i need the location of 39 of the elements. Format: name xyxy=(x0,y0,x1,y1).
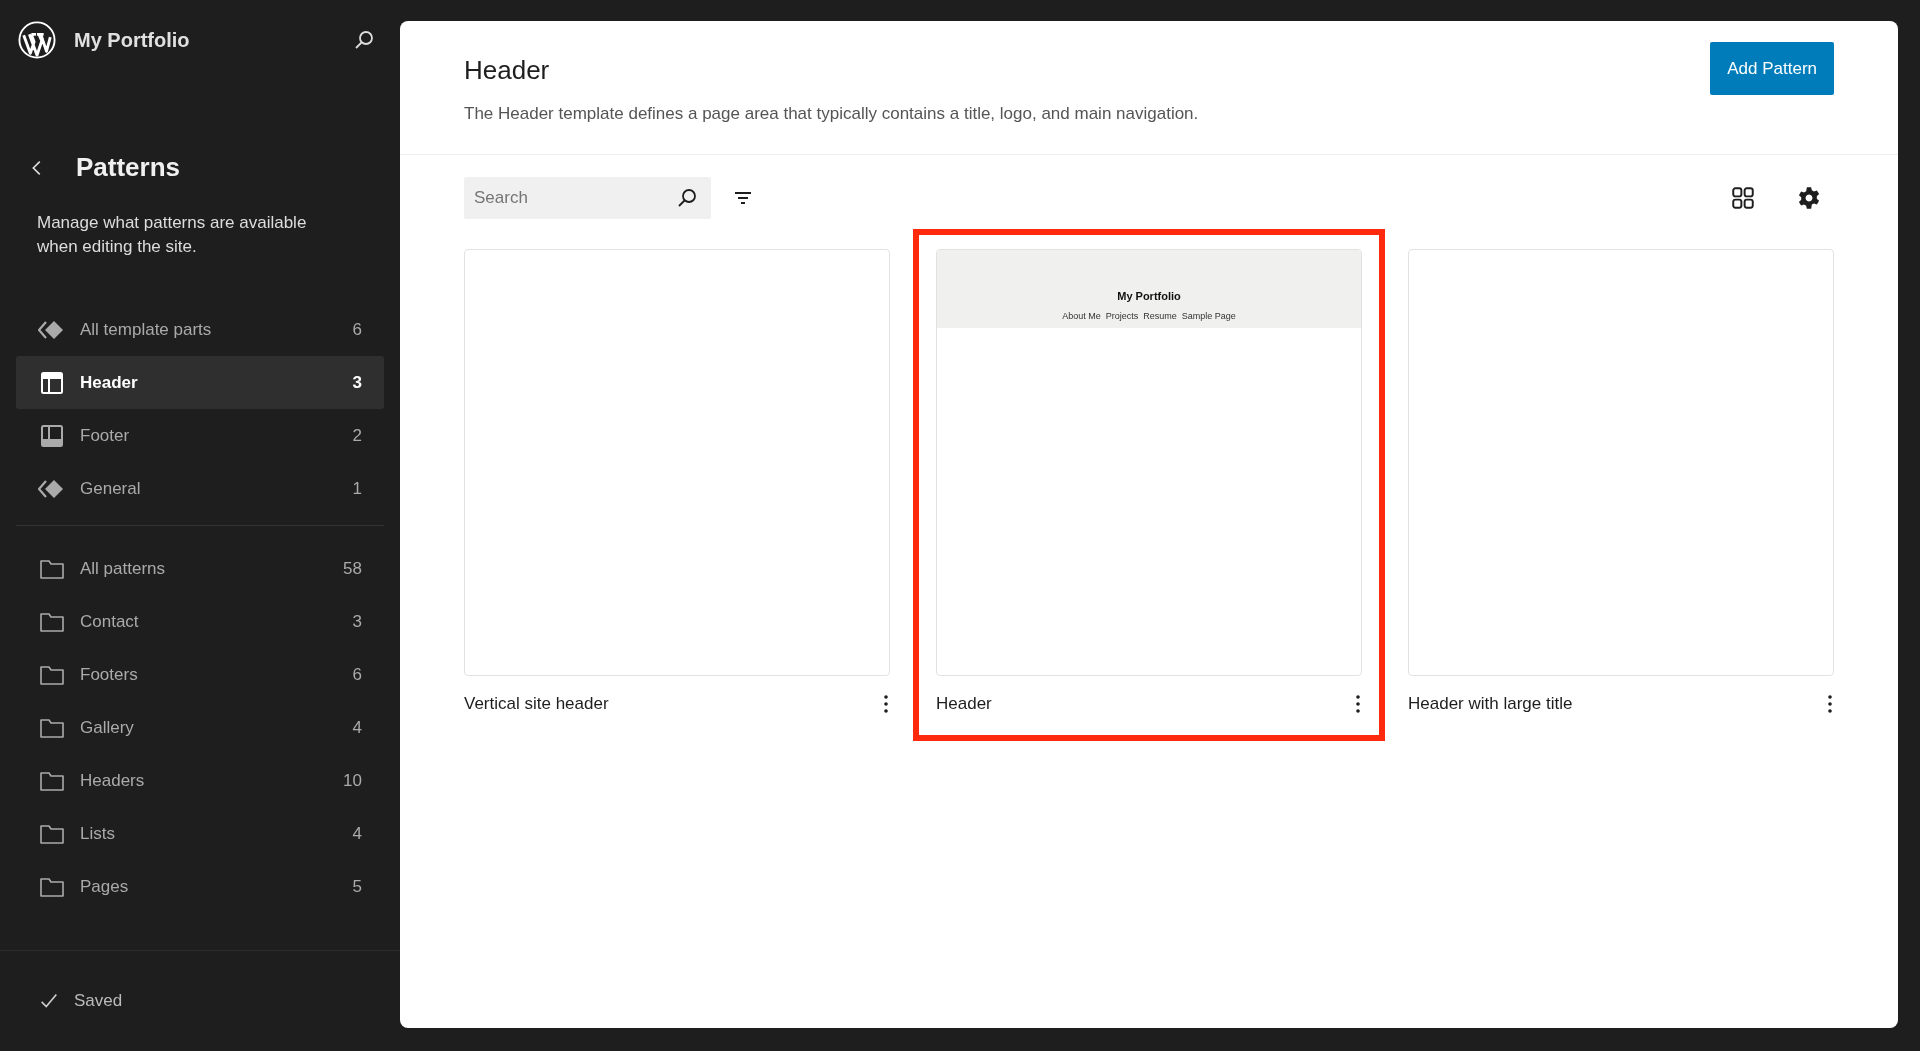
sidebar-item[interactable]: Pages 5 xyxy=(16,860,384,913)
preview-nav-link: Projects xyxy=(1105,311,1139,321)
preview-site-title: My Portfolio xyxy=(1117,290,1181,302)
pattern-preview[interactable]: My Portfolio About Me Projects Resume Sample Page xyxy=(936,249,1362,676)
wordpress-logo-icon[interactable] xyxy=(18,21,56,59)
sidebar-item[interactable]: Gallery 4 xyxy=(16,701,384,754)
sidebar-item[interactable]: All patterns 58 xyxy=(16,542,384,595)
site-title[interactable]: My Portfolio xyxy=(74,28,352,52)
pattern-card[interactable]: Header with large title xyxy=(1385,229,1857,741)
sidebar-description: Manage what patterns are available when editing the site. xyxy=(37,212,308,258)
pattern-card[interactable]: Vertical site header xyxy=(441,229,913,741)
add-pattern-button[interactable]: Add Pattern xyxy=(1710,42,1834,95)
sidebar-item[interactable]: All template parts 6 xyxy=(16,303,384,356)
preview-nav-link: About Me xyxy=(1062,311,1101,321)
grid-view-icon[interactable] xyxy=(1730,185,1756,211)
save-status: Saved xyxy=(74,991,123,1011)
pattern-title[interactable]: Header xyxy=(936,694,992,714)
page-description: The Header template defines a page area that typically contains a title, logo, and main navigation. xyxy=(464,104,1199,124)
sidebar-item[interactable]: Lists 4 xyxy=(16,807,384,860)
sidebar-item[interactable]: General 1 xyxy=(16,462,384,515)
more-options-icon[interactable] xyxy=(1826,692,1834,716)
highlighted-pattern-card[interactable]: My Portfolio About Me Projects Resume Sample Page Header xyxy=(913,229,1385,741)
pattern-title[interactable]: Header with large title xyxy=(1408,694,1573,714)
sidebar-item[interactable]: Contact 3 xyxy=(16,595,384,648)
search-field[interactable]: Search xyxy=(464,177,711,219)
more-options-icon[interactable] xyxy=(882,692,890,716)
preview-nav-link: Sample Page xyxy=(1181,311,1236,321)
pattern-title[interactable]: Vertical site header xyxy=(464,694,609,714)
settings-icon[interactable] xyxy=(1796,185,1822,211)
sidebar-item[interactable]: Footer 2 xyxy=(16,409,384,462)
preview-nav-link: Resume xyxy=(1143,311,1177,321)
footer-layout-icon xyxy=(38,423,66,448)
sidebar-item[interactable]: Headers 10 xyxy=(16,754,384,807)
sidebar-item[interactable]: Footers 6 xyxy=(16,648,384,701)
sidebar-item[interactable]: Header 3 xyxy=(16,356,384,409)
sidebar-heading: Patterns xyxy=(76,152,181,183)
header-layout-icon xyxy=(38,370,66,395)
more-options-icon[interactable] xyxy=(1354,692,1362,716)
page-title: Header xyxy=(464,55,551,86)
